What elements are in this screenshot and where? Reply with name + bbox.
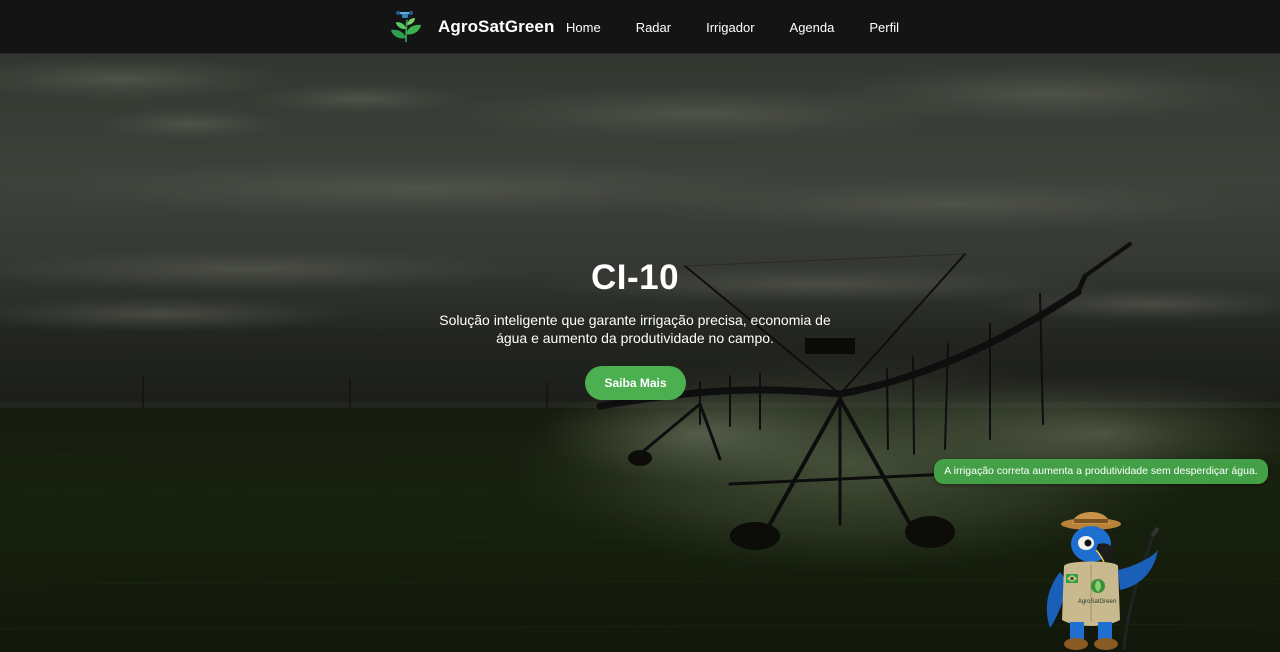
nav-perfil[interactable]: Perfil <box>869 20 899 35</box>
hero-description: Solução inteligente que garante irrigaçã… <box>439 312 831 346</box>
leaf-drone-logo-icon <box>391 11 421 43</box>
navbar: AgroSatGreen Home Radar Irrigador Agenda… <box>0 0 1280 54</box>
macaw-farmer-mascot-icon: AgroSatGreen <box>1046 512 1160 651</box>
mascot-badge-text: AgroSatGreen <box>1078 599 1116 605</box>
assistant-tip-bubble: A irrigação correta aumenta a produtivid… <box>934 459 1268 484</box>
hero-title: CI-10 <box>590 258 680 297</box>
nav-agenda[interactable]: Agenda <box>790 20 835 35</box>
saiba-mais-button[interactable]: Saiba Mais <box>585 366 686 400</box>
main-nav: Home Radar Irrigador Agenda Perfil <box>566 0 899 54</box>
parrot-mascot[interactable]: AgroSatGreen <box>1036 510 1166 652</box>
brand[interactable]: AgroSatGreen <box>389 10 554 44</box>
nav-radar[interactable]: Radar <box>636 20 671 35</box>
nav-irrigador[interactable]: Irrigador <box>706 20 754 35</box>
nav-home[interactable]: Home <box>566 20 601 35</box>
brand-name: AgroSatGreen <box>438 17 555 36</box>
